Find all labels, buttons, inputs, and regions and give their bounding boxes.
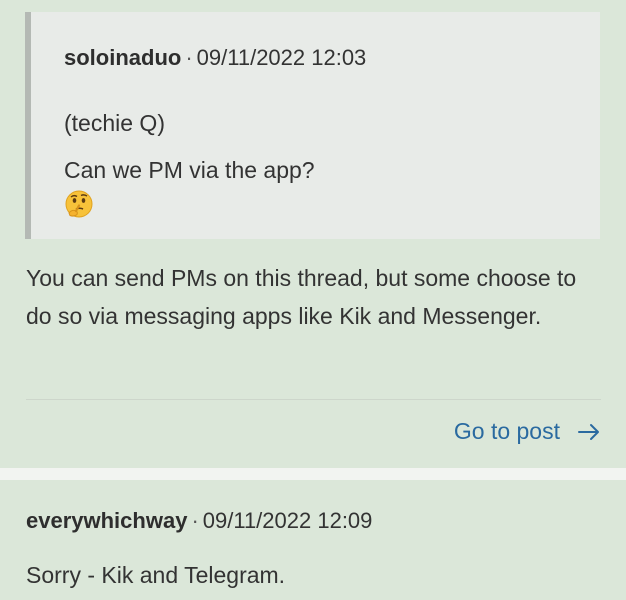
quoted-post: soloinaduo · 09/11/2022 12:03 (techie Q) C… xyxy=(25,12,600,239)
quote-author[interactable]: soloinaduo xyxy=(64,45,181,70)
quote-header: soloinaduo · 09/11/2022 12:03 xyxy=(64,45,366,71)
quote-text-line: Can we PM via the app? xyxy=(64,157,315,183)
post-body: Sorry - Kik and Telegram. xyxy=(26,562,286,588)
post-body: You can send PMs on this thread, but som… xyxy=(26,265,577,329)
post-header: everywhichway · 09/11/2022 12:09 xyxy=(26,508,372,534)
post-author[interactable]: everywhichway xyxy=(26,508,187,533)
post-separator-dot: · xyxy=(191,508,199,533)
quote-timestamp: 09/11/2022 12:03 xyxy=(196,45,367,70)
divider xyxy=(26,399,601,400)
post-timestamp: 09/11/2022 12:09 xyxy=(202,508,373,533)
post-card: soloinaduo · 09/11/2022 12:03 (techie Q) C… xyxy=(0,0,626,468)
quote-separator: · xyxy=(185,45,193,70)
quote-text-line: (techie Q) xyxy=(64,110,165,136)
post-card: everywhichway · 09/11/2022 12:09 Sorry - K… xyxy=(0,480,626,600)
go-to-post-label: Go to post xyxy=(453,418,560,444)
thinking-face-icon xyxy=(65,190,93,218)
post-separator xyxy=(0,468,626,480)
go-to-post-link[interactable]: Go to post xyxy=(454,418,600,445)
arrow-right-icon xyxy=(578,423,599,440)
